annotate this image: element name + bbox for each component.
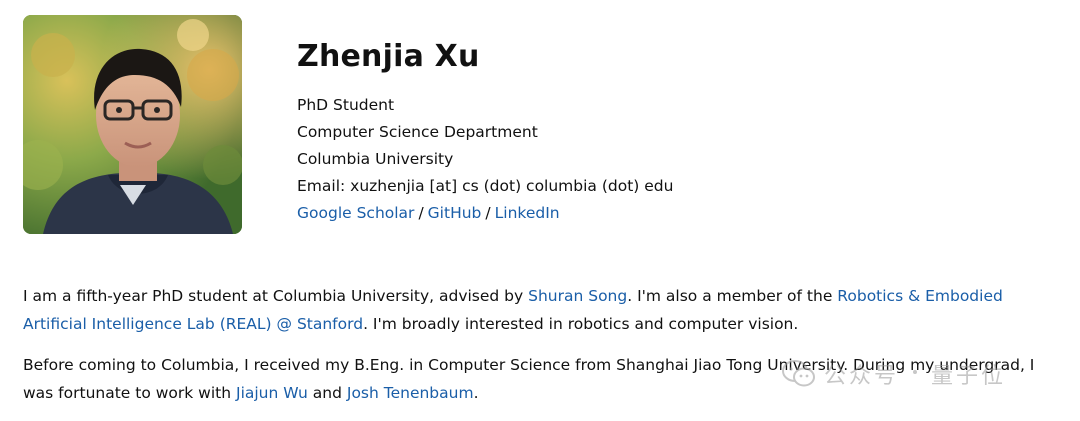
github-link[interactable]: GitHub — [428, 204, 482, 222]
google-scholar-link[interactable]: Google Scholar — [297, 204, 414, 222]
profile-info: Zhenjia Xu PhD Student Computer Science … — [297, 37, 997, 227]
profile-name: Zhenjia Xu — [297, 39, 480, 74]
collaborator-link-1[interactable]: Jiajun Wu — [236, 384, 308, 402]
bio-text: I am a fifth-year PhD student at Columbi… — [23, 287, 529, 305]
profile-department: Computer Science Department — [297, 123, 538, 141]
bio-paragraph-1: I am a fifth-year PhD student at Columbi… — [23, 283, 1063, 338]
collaborator-link-2[interactable]: Josh Tenenbaum — [347, 384, 474, 402]
linkedin-link[interactable]: LinkedIn — [495, 204, 560, 222]
bio-text: and — [307, 383, 347, 402]
advisor-link[interactable]: Shuran Song — [528, 287, 627, 305]
bio-text: . I'm also a member of the — [627, 287, 838, 305]
profile-links: Google Scholar / GitHub / LinkedIn — [297, 200, 997, 227]
profile-photo — [23, 15, 242, 234]
bio-paragraph-2: Before coming to Columbia, I received my… — [23, 352, 1063, 407]
bio-text: Before coming to Columbia, I received my… — [23, 356, 1035, 402]
link-separator: / — [485, 204, 491, 222]
profile-title: PhD Student — [297, 96, 395, 114]
profile-email: Email: xuzhenjia [at] cs (dot) columbia … — [297, 177, 674, 195]
bio-text: . I'm broadly interested in robotics and… — [363, 314, 799, 333]
bio-section: I am a fifth-year PhD student at Columbi… — [23, 283, 1063, 421]
bio-text: . — [473, 383, 479, 402]
profile-header: Zhenjia Xu PhD Student Computer Science … — [23, 15, 1063, 235]
link-separator: / — [418, 204, 424, 222]
profile-university: Columbia University — [297, 150, 454, 168]
